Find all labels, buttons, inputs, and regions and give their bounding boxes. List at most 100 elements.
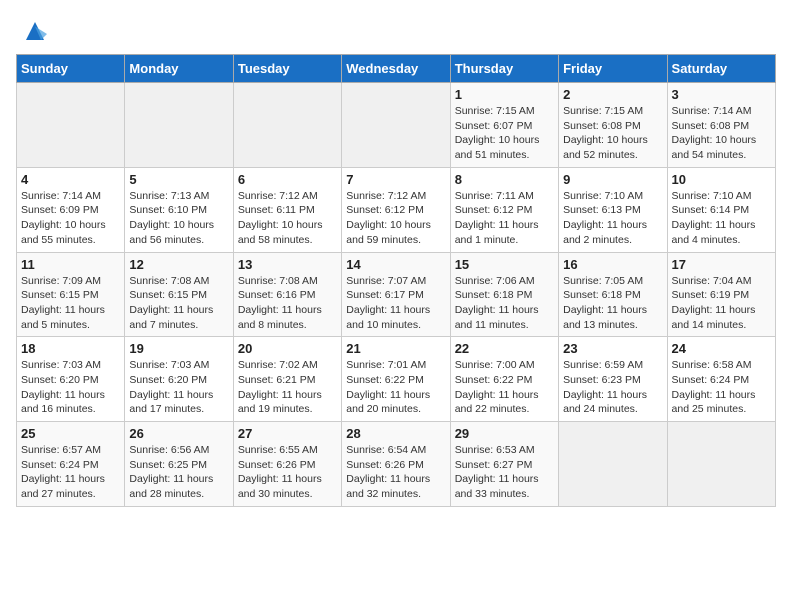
calendar-cell (233, 83, 341, 168)
day-info: Sunrise: 7:04 AM Sunset: 6:19 PM Dayligh… (672, 274, 771, 333)
day-number: 28 (346, 426, 445, 441)
calendar-cell: 19 Sunrise: 7:03 AM Sunset: 6:20 PM Dayli… (125, 337, 233, 422)
day-info: Sunrise: 6:57 AM Sunset: 6:24 PM Dayligh… (21, 443, 120, 502)
day-number: 21 (346, 341, 445, 356)
calendar-cell: 20 Sunrise: 7:02 AM Sunset: 6:21 PM Dayli… (233, 337, 341, 422)
day-info: Sunrise: 7:03 AM Sunset: 6:20 PM Dayligh… (129, 358, 228, 417)
day-info: Sunrise: 7:03 AM Sunset: 6:20 PM Dayligh… (21, 358, 120, 417)
calendar-cell: 15 Sunrise: 7:06 AM Sunset: 6:18 PM Dayli… (450, 252, 558, 337)
day-header-tuesday: Tuesday (233, 55, 341, 83)
day-info: Sunrise: 7:05 AM Sunset: 6:18 PM Dayligh… (563, 274, 662, 333)
day-info: Sunrise: 7:14 AM Sunset: 6:09 PM Dayligh… (21, 189, 120, 248)
day-info: Sunrise: 7:00 AM Sunset: 6:22 PM Dayligh… (455, 358, 554, 417)
calendar-cell (17, 83, 125, 168)
day-number: 4 (21, 172, 120, 187)
day-number: 6 (238, 172, 337, 187)
day-header-wednesday: Wednesday (342, 55, 450, 83)
calendar-cell: 26 Sunrise: 6:56 AM Sunset: 6:25 PM Dayli… (125, 422, 233, 507)
day-info: Sunrise: 6:59 AM Sunset: 6:23 PM Dayligh… (563, 358, 662, 417)
day-number: 2 (563, 87, 662, 102)
header (16, 16, 776, 46)
calendar-cell: 1 Sunrise: 7:15 AM Sunset: 6:07 PM Daylig… (450, 83, 558, 168)
logo (16, 16, 50, 46)
calendar-cell: 10 Sunrise: 7:10 AM Sunset: 6:14 PM Dayli… (667, 167, 775, 252)
calendar-cell (125, 83, 233, 168)
calendar-cell: 22 Sunrise: 7:00 AM Sunset: 6:22 PM Dayli… (450, 337, 558, 422)
day-number: 10 (672, 172, 771, 187)
day-info: Sunrise: 7:10 AM Sunset: 6:14 PM Dayligh… (672, 189, 771, 248)
calendar-cell (667, 422, 775, 507)
day-info: Sunrise: 6:56 AM Sunset: 6:25 PM Dayligh… (129, 443, 228, 502)
day-number: 8 (455, 172, 554, 187)
day-info: Sunrise: 7:01 AM Sunset: 6:22 PM Dayligh… (346, 358, 445, 417)
day-number: 1 (455, 87, 554, 102)
day-number: 26 (129, 426, 228, 441)
calendar-header-row: SundayMondayTuesdayWednesdayThursdayFrid… (17, 55, 776, 83)
calendar-cell: 9 Sunrise: 7:10 AM Sunset: 6:13 PM Daylig… (559, 167, 667, 252)
calendar-cell: 4 Sunrise: 7:14 AM Sunset: 6:09 PM Daylig… (17, 167, 125, 252)
day-number: 3 (672, 87, 771, 102)
day-number: 24 (672, 341, 771, 356)
calendar-cell: 17 Sunrise: 7:04 AM Sunset: 6:19 PM Dayli… (667, 252, 775, 337)
day-number: 16 (563, 257, 662, 272)
calendar-week-4: 18Sunrise: 7:03 AM Sunset: 6:20 PM Dayli… (17, 337, 776, 422)
calendar-cell: 12 Sunrise: 7:08 AM Sunset: 6:15 PM Dayli… (125, 252, 233, 337)
calendar-cell: 14 Sunrise: 7:07 AM Sunset: 6:17 PM Dayli… (342, 252, 450, 337)
calendar-cell: 8 Sunrise: 7:11 AM Sunset: 6:12 PM Daylig… (450, 167, 558, 252)
calendar-cell: 5 Sunrise: 7:13 AM Sunset: 6:10 PM Daylig… (125, 167, 233, 252)
day-number: 19 (129, 341, 228, 356)
calendar-week-2: 4 Sunrise: 7:14 AM Sunset: 6:09 PM Daylig… (17, 167, 776, 252)
day-number: 7 (346, 172, 445, 187)
day-info: Sunrise: 7:13 AM Sunset: 6:10 PM Dayligh… (129, 189, 228, 248)
day-info: Sunrise: 7:08 AM Sunset: 6:16 PM Dayligh… (238, 274, 337, 333)
day-number: 11 (21, 257, 120, 272)
day-number: 25 (21, 426, 120, 441)
day-info: Sunrise: 7:11 AM Sunset: 6:12 PM Dayligh… (455, 189, 554, 248)
day-info: Sunrise: 7:06 AM Sunset: 6:18 PM Dayligh… (455, 274, 554, 333)
day-number: 14 (346, 257, 445, 272)
day-info: Sunrise: 7:02 AM Sunset: 6:21 PM Dayligh… (238, 358, 337, 417)
calendar-cell (559, 422, 667, 507)
day-info: Sunrise: 7:12 AM Sunset: 6:11 PM Dayligh… (238, 189, 337, 248)
calendar-cell: 7 Sunrise: 7:12 AM Sunset: 6:12 PM Daylig… (342, 167, 450, 252)
day-number: 22 (455, 341, 554, 356)
calendar-cell: 2 Sunrise: 7:15 AM Sunset: 6:08 PM Daylig… (559, 83, 667, 168)
calendar-table: SundayMondayTuesdayWednesdayThursdayFrid… (16, 54, 776, 507)
day-number: 23 (563, 341, 662, 356)
day-info: Sunrise: 7:08 AM Sunset: 6:15 PM Dayligh… (129, 274, 228, 333)
day-number: 29 (455, 426, 554, 441)
day-number: 13 (238, 257, 337, 272)
day-info: Sunrise: 7:09 AM Sunset: 6:15 PM Dayligh… (21, 274, 120, 333)
day-info: Sunrise: 6:58 AM Sunset: 6:24 PM Dayligh… (672, 358, 771, 417)
calendar-week-3: 11 Sunrise: 7:09 AM Sunset: 6:15 PM Dayli… (17, 252, 776, 337)
calendar-cell: 16 Sunrise: 7:05 AM Sunset: 6:18 PM Dayli… (559, 252, 667, 337)
day-info: Sunrise: 7:15 AM Sunset: 6:07 PM Dayligh… (455, 104, 554, 163)
calendar-cell: 25 Sunrise: 6:57 AM Sunset: 6:24 PM Dayli… (17, 422, 125, 507)
calendar-cell: 24 Sunrise: 6:58 AM Sunset: 6:24 PM Dayli… (667, 337, 775, 422)
calendar-cell: 13 Sunrise: 7:08 AM Sunset: 6:16 PM Dayli… (233, 252, 341, 337)
calendar-cell (342, 83, 450, 168)
day-header-thursday: Thursday (450, 55, 558, 83)
day-number: 9 (563, 172, 662, 187)
day-info: Sunrise: 7:07 AM Sunset: 6:17 PM Dayligh… (346, 274, 445, 333)
day-info: Sunrise: 6:53 AM Sunset: 6:27 PM Dayligh… (455, 443, 554, 502)
day-info: Sunrise: 7:14 AM Sunset: 6:08 PM Dayligh… (672, 104, 771, 163)
day-header-saturday: Saturday (667, 55, 775, 83)
day-header-sunday: Sunday (17, 55, 125, 83)
day-number: 20 (238, 341, 337, 356)
day-number: 15 (455, 257, 554, 272)
calendar-cell: 11 Sunrise: 7:09 AM Sunset: 6:15 PM Dayli… (17, 252, 125, 337)
day-info: Sunrise: 7:12 AM Sunset: 6:12 PM Dayligh… (346, 189, 445, 248)
day-header-monday: Monday (125, 55, 233, 83)
calendar-cell: 23 Sunrise: 6:59 AM Sunset: 6:23 PM Dayli… (559, 337, 667, 422)
day-info: Sunrise: 6:54 AM Sunset: 6:26 PM Dayligh… (346, 443, 445, 502)
calendar-cell: 29 Sunrise: 6:53 AM Sunset: 6:27 PM Dayli… (450, 422, 558, 507)
day-number: 5 (129, 172, 228, 187)
day-info: Sunrise: 7:10 AM Sunset: 6:13 PM Dayligh… (563, 189, 662, 248)
calendar-cell: 3 Sunrise: 7:14 AM Sunset: 6:08 PM Daylig… (667, 83, 775, 168)
day-number: 17 (672, 257, 771, 272)
day-info: Sunrise: 7:15 AM Sunset: 6:08 PM Dayligh… (563, 104, 662, 163)
calendar-cell: 21 Sunrise: 7:01 AM Sunset: 6:22 PM Dayli… (342, 337, 450, 422)
logo-icon (20, 16, 50, 46)
day-number: 12 (129, 257, 228, 272)
